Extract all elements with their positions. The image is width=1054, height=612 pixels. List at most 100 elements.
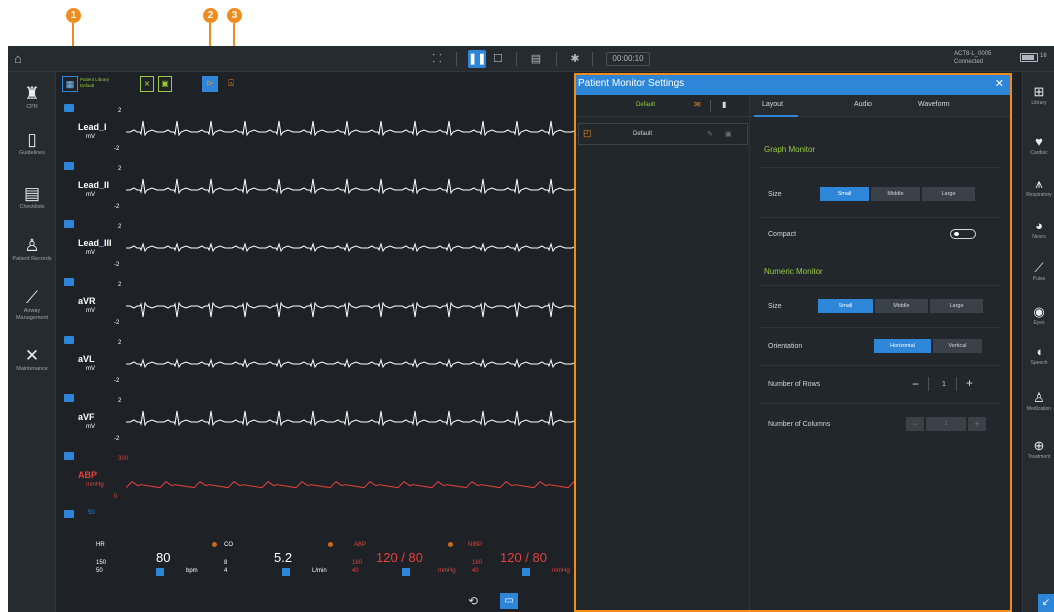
co-high-limit: 8	[224, 560, 228, 566]
sidebar-item-checklists[interactable]: ▤ Checklists	[8, 184, 56, 211]
copy-icon[interactable]: ▣	[725, 130, 732, 138]
sidebar-item-guidelines[interactable]: ▯ Guidelines	[8, 130, 56, 157]
rows-decrement-button[interactable]: −	[912, 377, 919, 391]
export-icon[interactable]: ⍓	[224, 76, 238, 92]
sidebar-item-label: Neuro	[1032, 234, 1046, 240]
battery-icon	[1020, 53, 1038, 62]
abp-high-limit: 160	[352, 560, 363, 566]
hr-settings-icon[interactable]	[156, 568, 164, 576]
waveform-row: ABP mmHg 300 0	[56, 450, 576, 508]
waveform-menu-icon[interactable]	[64, 220, 74, 228]
expand-icon[interactable]: ↙	[1038, 594, 1054, 612]
co-settings-icon[interactable]	[282, 568, 290, 576]
sidebar-item-treatment[interactable]: ⊕ Treatment	[1023, 438, 1054, 461]
tab-audio[interactable]: Audio	[854, 101, 872, 108]
header-divider	[710, 100, 711, 112]
save-profile-icon[interactable]: ✉	[694, 100, 701, 109]
segment-option-small[interactable]: Small	[820, 187, 870, 201]
nibp-high-limit: 160	[472, 560, 483, 566]
sidebar-item-patient-records[interactable]: ♙ Patient Records	[8, 236, 56, 263]
segment-option-large[interactable]: Large	[922, 187, 976, 201]
segment-option-middle[interactable]: Middle	[871, 187, 921, 201]
left-sidebar: ♜ CPR ▯ Guidelines ▤ Checklists ♙ Patien…	[8, 72, 56, 612]
numeric-view-icon[interactable]: ▣	[158, 76, 172, 92]
co-unit: L/min	[312, 568, 327, 574]
waveform-menu-icon[interactable]	[64, 510, 74, 518]
hr-low-limit: 50	[96, 568, 103, 574]
bluetooth-icon[interactable]: ✱	[568, 50, 582, 68]
segment-option-small[interactable]: Small	[818, 299, 874, 313]
columns-increment-button[interactable]: +	[968, 417, 986, 431]
waveform-menu-icon[interactable]	[64, 394, 74, 402]
sidebar-item-speech[interactable]: ◖ Speech	[1023, 344, 1054, 367]
guidelines-icon: ▯	[27, 130, 37, 149]
sidebar-item-airway-management[interactable]: ⟋ Airway Management	[8, 288, 56, 322]
waveform-unit: mmHg	[86, 482, 104, 488]
segment-option-large[interactable]: Large	[930, 299, 984, 313]
waveform-scale-bottom: -2	[114, 436, 120, 442]
delete-profile-icon[interactable]: ▮	[722, 100, 726, 109]
profile-icon: ◰	[583, 128, 592, 138]
waveform-row: Lead_III mV 2 -2	[56, 218, 576, 276]
monitor-toolbar: ▦ Patient Library Default ⩙ ▣ ⊳ ⍓	[56, 72, 576, 96]
respiratory-icon: ⩚	[1035, 176, 1043, 191]
waveform-unit: mV	[86, 192, 95, 198]
sidebar-item-medication[interactable]: ♙ Medication	[1023, 390, 1054, 413]
hr-value: 80	[156, 550, 171, 565]
sidebar-item-neuro[interactable]: ◕ Neuro	[1023, 218, 1054, 241]
sidebar-item-label: Library	[1031, 100, 1047, 106]
monitor-app: ⌂ ⸬ ❚❚ ☐ ▤ ✱ 00:00:10 ACT8-L_0005 Connec…	[8, 46, 1054, 612]
rename-icon[interactable]: ✎	[707, 130, 713, 138]
sidebar-item-library[interactable]: ⊞ Library	[1023, 84, 1054, 107]
waveform-menu-icon[interactable]	[64, 162, 74, 170]
monitor-settings-icon[interactable]: ⊳	[202, 76, 218, 92]
sidebar-item-label: Treatment	[1027, 454, 1051, 460]
history-icon[interactable]: ⟲	[468, 594, 478, 608]
waveform-menu-icon[interactable]	[64, 278, 74, 286]
waveform-menu-icon[interactable]	[64, 104, 74, 112]
close-icon[interactable]: ✕	[995, 77, 1004, 90]
nibp-indicator-icon	[448, 542, 453, 547]
signal-icon[interactable]: ⸬	[428, 50, 446, 68]
battery-level: 16	[1040, 53, 1047, 59]
compact-toggle[interactable]	[950, 229, 976, 239]
waveform-unit: mV	[86, 134, 95, 140]
top-bar: ⌂ ⸬ ❚❚ ☐ ▤ ✱ 00:00:10 ACT8-L_0005 Connec…	[8, 46, 1054, 72]
row-divider	[760, 327, 1000, 328]
abp-settings-icon[interactable]	[402, 568, 410, 576]
stepper-divider	[956, 377, 957, 391]
tab-layout[interactable]: Layout	[762, 101, 783, 108]
sidebar-item-label: Respiratory	[1026, 192, 1052, 198]
stop-button[interactable]: ☐	[490, 50, 506, 68]
segment-option-middle[interactable]: Middle	[875, 299, 929, 313]
home-icon[interactable]: ⌂	[14, 51, 22, 66]
sidebar-item-cardiac[interactable]: ♥ Cardiac	[1023, 134, 1054, 157]
sidebar-item-maintenance[interactable]: ✕ Maintenance	[8, 346, 56, 373]
profile-name: Default	[633, 131, 653, 137]
waveform-view-icon[interactable]: ⩙	[140, 76, 154, 92]
co-indicator-icon	[212, 542, 217, 547]
columns-value: 1	[926, 417, 966, 431]
profile-list-item[interactable]: ◰ Default ✎ ▣	[578, 123, 748, 145]
pause-button[interactable]: ❚❚	[468, 50, 486, 68]
sidebar-item-respiratory[interactable]: ⩚ Respiratory	[1023, 176, 1054, 199]
waveform-menu-icon[interactable]	[64, 336, 74, 344]
rows-increment-button[interactable]: +	[966, 376, 973, 390]
segment-option-vertical[interactable]: Vertical	[933, 339, 983, 353]
sidebar-item-label: Cardiac	[1030, 150, 1048, 156]
sidebar-item-label: Guidelines	[19, 150, 45, 156]
nibp-settings-icon[interactable]	[522, 568, 530, 576]
row-divider	[760, 365, 1000, 366]
chat-icon[interactable]: ▭	[500, 593, 518, 609]
sidebar-item-eyes[interactable]: ◉ Eyes	[1023, 304, 1054, 327]
sidebar-item-pulse[interactable]: ⟋ Pulse	[1023, 260, 1054, 283]
save-icon[interactable]: ▤	[528, 50, 544, 68]
layout-library-icon[interactable]: ▦	[62, 76, 78, 92]
waveform-menu-icon[interactable]	[64, 452, 74, 460]
sidebar-item-cpr[interactable]: ♜ CPR	[8, 84, 56, 111]
columns-decrement-button[interactable]: −	[906, 417, 924, 431]
segment-option-horizontal[interactable]: Horizontal	[874, 339, 932, 353]
waveform-scale-top: 2	[118, 224, 122, 230]
patient-library-selector[interactable]: Patient Library Default	[80, 77, 109, 93]
tab-waveform[interactable]: Waveform	[918, 101, 950, 108]
